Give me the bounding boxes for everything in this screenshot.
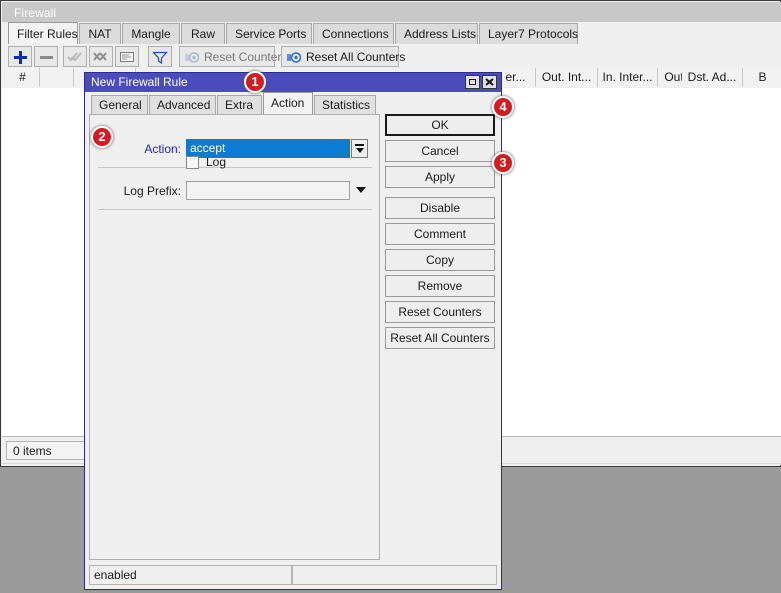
maximize-button[interactable] [465,75,480,89]
action-dropdown-button[interactable] [351,139,368,158]
reset-counters-label: Reset Counters [204,50,287,64]
dialog-tab-action[interactable]: Action [263,92,313,114]
dialog-status-enabled: enabled [89,565,292,585]
log-checkbox-label: Log [206,155,226,169]
column-index[interactable]: # [6,68,40,87]
new-firewall-rule-dialog: New Firewall Rule General Advanced Extra… [84,72,502,590]
reset-all-counters-button[interactable]: Reset All Counters [385,327,495,349]
dialog-title: New Firewall Rule [91,75,188,89]
reset-counters-button[interactable]: Reset Counters [385,301,495,323]
firewall-tabstrip: Filter Rules NAT Mangle Raw Service Port… [2,22,781,44]
column-flags[interactable] [40,68,74,87]
annotation-badge-1: 1 [244,71,266,93]
counter-icon [287,52,301,63]
add-button[interactable] [8,46,32,67]
dialog-titlebar[interactable]: New Firewall Rule [85,73,501,92]
log-checkbox[interactable] [186,156,199,169]
dialog-status-right [292,565,497,585]
column-in-interface[interactable]: In. Inter... [600,68,660,87]
disable-button[interactable] [89,46,113,67]
chevron-down-bar-icon [355,144,364,146]
comment-button[interactable]: Comment [385,223,495,245]
tab-raw[interactable]: Raw [181,23,225,44]
firewall-toolbar: Reset Counters Reset All Counters [2,44,781,68]
tab-address-lists[interactable]: Address Lists [395,23,478,44]
tab-nat[interactable]: NAT [79,23,121,44]
remove-button[interactable]: Remove [385,275,495,297]
dialog-tab-statistics[interactable]: Statistics [314,95,376,114]
counter-icon [185,52,199,63]
dialog-statusbar: enabled [89,565,497,585]
plus-icon-vertical [19,51,22,64]
annotation-badge-3: 3 [492,152,514,174]
comment-icon [120,52,136,64]
column-src-address-overflow[interactable] [722,69,781,88]
cancel-button[interactable]: Cancel [385,140,495,162]
enable-button[interactable] [63,46,87,67]
reset-counters-button[interactable]: Reset Counters [179,46,275,67]
column-chain[interactable]: er... [498,68,538,87]
apply-button[interactable]: Apply [385,166,495,188]
check-icon [67,51,83,65]
funnel-icon [153,51,169,65]
log-prefix-input[interactable] [186,181,350,200]
filter-button[interactable] [148,46,172,67]
dialog-content-panel: Action: accept Log Log Prefix: [89,114,380,560]
annotation-badge-4: 4 [492,96,514,118]
reset-all-counters-label: Reset All Counters [306,50,405,64]
cross-icon [93,51,109,65]
tab-service-ports[interactable]: Service Ports [226,23,312,44]
panel-divider-1 [98,167,372,168]
tab-filter-rules[interactable]: Filter Rules [8,22,78,45]
dialog-tab-extra[interactable]: Extra [217,95,262,114]
tab-layer7-protocols[interactable]: Layer7 Protocols [479,23,578,44]
firewall-window-title: Firewall [14,6,56,20]
minus-icon [40,56,53,59]
dialog-tab-general[interactable]: General [91,95,148,114]
reset-all-counters-button[interactable]: Reset All Counters [281,46,399,67]
chevron-down-icon [356,148,364,153]
disable-rule-button[interactable]: Disable [385,197,495,219]
desktop-background: Firewall Filter Rules NAT Mangle Raw Ser… [0,0,781,593]
log-prefix-chevron-down-icon[interactable] [356,187,366,193]
close-icon [483,76,496,88]
dialog-tabstrip: General Advanced Extra Action Statistics [85,92,501,114]
close-button[interactable] [482,75,497,89]
action-field-label: Action: [123,142,181,156]
panel-divider-2 [98,209,372,210]
ok-button[interactable]: OK [385,114,495,136]
dialog-tab-advanced[interactable]: Advanced [149,95,216,114]
column-out-interface-list[interactable]: Out. Int... [660,68,723,87]
copy-button[interactable]: Copy [385,249,495,271]
comment-button[interactable] [115,46,139,67]
log-prefix-label: Log Prefix: [100,184,181,198]
remove-button[interactable] [34,46,58,67]
tab-mangle[interactable]: Mangle [122,23,180,44]
column-out-interface[interactable]: Out. Int... [538,68,600,87]
firewall-titlebar[interactable]: Firewall [2,2,781,22]
tab-connections[interactable]: Connections [313,23,394,44]
maximize-icon [469,79,476,85]
annotation-badge-2: 2 [91,126,113,148]
